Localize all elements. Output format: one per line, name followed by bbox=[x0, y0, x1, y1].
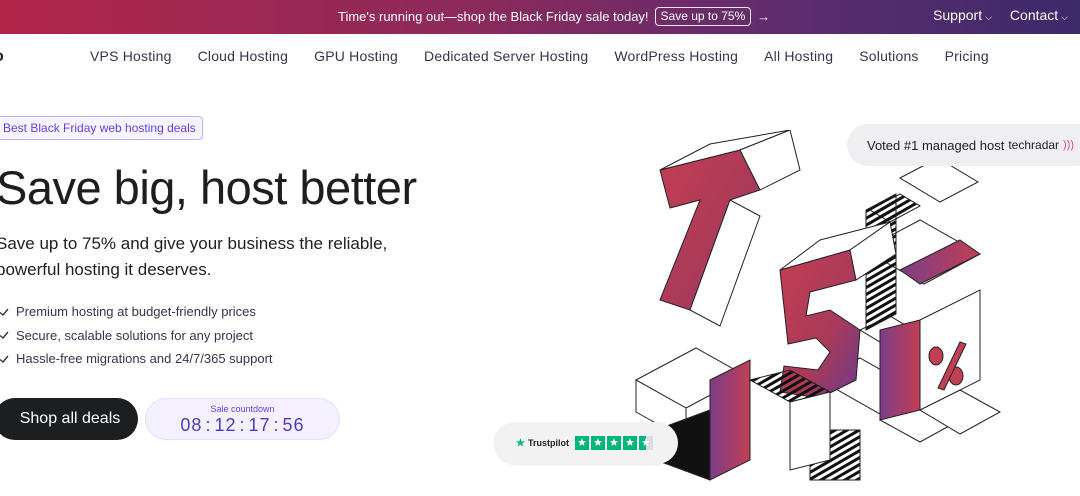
feature-list: Premium hosting at budget-friendly price… bbox=[0, 300, 273, 371]
feature-item: Secure, scalable solutions for any proje… bbox=[0, 324, 273, 348]
promo-message[interactable]: Time's running out—shop the Black Friday… bbox=[338, 9, 649, 24]
trustpilot-stars: ★ ★ ★ ★ ★ bbox=[574, 436, 653, 450]
techradar-logo: techradar bbox=[1008, 138, 1060, 152]
shop-all-deals-button[interactable]: Shop all deals bbox=[0, 398, 138, 440]
countdown-days: 08 bbox=[180, 415, 203, 435]
discount-illustration bbox=[634, 130, 1002, 481]
star-icon: ★ bbox=[574, 436, 589, 450]
trustpilot-logo: ★ Trustpilot bbox=[516, 438, 569, 449]
sale-countdown: Sale countdown 08:12:17:56 bbox=[145, 398, 340, 440]
star-icon: ★ bbox=[590, 436, 605, 450]
nav-item-all-hosting[interactable]: All Hosting bbox=[764, 48, 833, 64]
countdown-separator: : bbox=[239, 415, 246, 435]
support-label: Support bbox=[933, 7, 983, 23]
promo-bar: Time's running out—shop the Black Friday… bbox=[0, 0, 1080, 34]
nav-item-wordpress-hosting[interactable]: WordPress Hosting bbox=[614, 48, 738, 64]
check-icon bbox=[0, 355, 9, 363]
logo[interactable]: o bbox=[0, 48, 4, 66]
chevron-down-icon: ⌵ bbox=[985, 12, 992, 22]
signal-icon: ))) bbox=[1063, 139, 1075, 151]
main-nav: o VPS Hosting Cloud Hosting GPU Hosting … bbox=[0, 34, 1080, 80]
feature-item: Hassle-free migrations and 24/7/365 supp… bbox=[0, 347, 273, 371]
nav-items: VPS Hosting Cloud Hosting GPU Hosting De… bbox=[90, 48, 989, 64]
techradar-badge: Voted #1 managed host techradar ))) bbox=[847, 124, 1080, 166]
feature-text: Premium hosting at budget-friendly price… bbox=[16, 304, 256, 320]
arrow-right-icon[interactable]: → bbox=[757, 9, 770, 24]
promo-links: Support ⌵ Contact ⌵ bbox=[933, 7, 1068, 23]
nav-item-dedicated-server-hosting[interactable]: Dedicated Server Hosting bbox=[424, 48, 588, 64]
feature-text: Secure, scalable solutions for any proje… bbox=[16, 327, 254, 343]
check-icon bbox=[0, 331, 9, 340]
trustpilot-badge[interactable]: ★ Trustpilot ★ ★ ★ ★ ★ bbox=[494, 422, 678, 464]
countdown-minutes: 17 bbox=[248, 415, 271, 435]
promo-discount-badge[interactable]: Save up to 75% bbox=[654, 7, 752, 26]
nav-item-solutions[interactable]: Solutions bbox=[859, 48, 918, 64]
countdown-time: 08:12:17:56 bbox=[146, 415, 339, 436]
deals-tag: Best Black Friday web hosting deals bbox=[0, 116, 203, 140]
promo-message-group[interactable]: Time's running out—shop the Black Friday… bbox=[338, 7, 770, 26]
support-menu[interactable]: Support ⌵ bbox=[933, 7, 992, 23]
page-title: Save big, host better bbox=[0, 161, 417, 214]
nav-item-vps-hosting[interactable]: VPS Hosting bbox=[90, 48, 172, 64]
nav-item-pricing[interactable]: Pricing bbox=[945, 48, 989, 64]
nav-item-gpu-hosting[interactable]: GPU Hosting bbox=[314, 48, 398, 64]
contact-label: Contact bbox=[1009, 7, 1059, 23]
star-icon: ★ bbox=[622, 436, 637, 450]
techradar-text: Voted #1 managed host bbox=[867, 137, 1005, 153]
check-icon bbox=[0, 308, 9, 316]
star-icon: ★ bbox=[606, 436, 621, 450]
countdown-label: Sale countdown bbox=[210, 404, 275, 414]
trustpilot-label: Trustpilot bbox=[527, 438, 569, 448]
half-star-icon: ★ bbox=[638, 436, 653, 450]
contact-menu[interactable]: Contact ⌵ bbox=[1010, 7, 1068, 23]
hero-subtitle: Save up to 75% and give your business th… bbox=[0, 234, 388, 279]
nav-item-cloud-hosting[interactable]: Cloud Hosting bbox=[198, 48, 289, 64]
countdown-hours: 12 bbox=[214, 415, 237, 435]
star-icon: ★ bbox=[516, 437, 525, 449]
feature-text: Hassle-free migrations and 24/7/365 supp… bbox=[16, 351, 273, 367]
feature-item: Premium hosting at budget-friendly price… bbox=[0, 300, 273, 324]
countdown-separator: : bbox=[205, 415, 212, 435]
countdown-seconds: 56 bbox=[282, 415, 305, 435]
chevron-down-icon: ⌵ bbox=[1061, 12, 1068, 22]
countdown-separator: : bbox=[273, 415, 280, 435]
